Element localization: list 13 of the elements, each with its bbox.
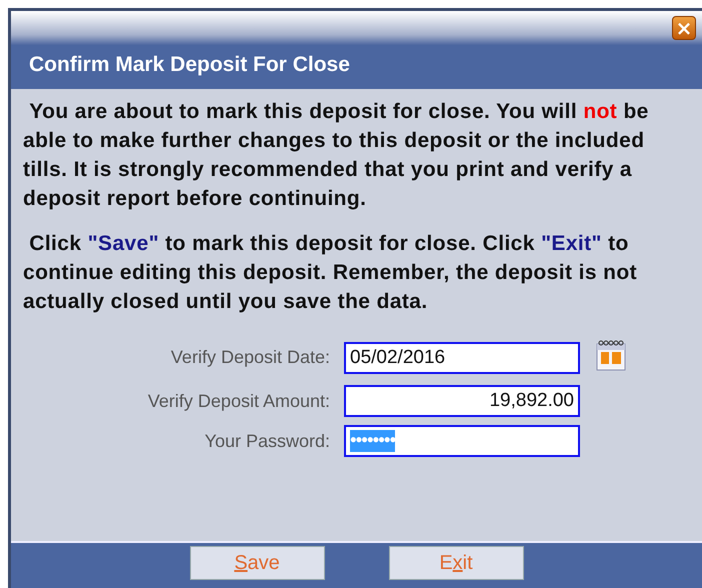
input-field[interactable]: 05/02/2016 [344,342,580,374]
dialog-title: Confirm Mark Deposit For Close [11,45,702,89]
field-label: Verify Deposit Date: [170,347,330,368]
field-label: Your Password: [204,430,330,452]
exit-button[interactable]: Exit [388,546,524,580]
input-field[interactable]: 19,892.00 [344,385,580,417]
close-button[interactable]: × [672,16,696,40]
message-paragraph: You are about to mark this deposit for close. You will not be able to make further changes to this deposit or the included tills. It is strongly recommended that you print and verify a deposit report before continuing. [23,99,650,212]
save-button[interactable]: Save [190,546,324,580]
calendar-icon[interactable] [594,338,628,372]
message-paragraph: Click "Save" to mark this deposit for close. Click "Exit" to continue editing this deposit. Remember, the deposit is not actually closed until you save the data. [23,231,638,315]
password-field[interactable]: •••••••• [344,425,580,457]
field-label: Verify Deposit Amount: [146,390,330,412]
